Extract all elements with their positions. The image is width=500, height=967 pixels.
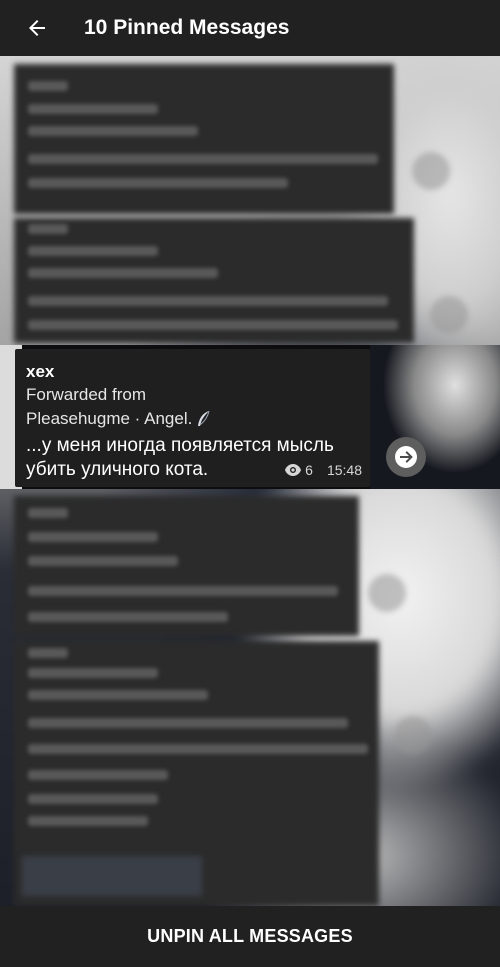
blurred-text <box>28 81 68 91</box>
blurred-text <box>28 556 178 566</box>
blurred-text <box>28 224 68 234</box>
blurred-share-button[interactable] <box>368 574 406 612</box>
blurred-text <box>28 104 158 114</box>
share-arrow-icon <box>395 446 417 468</box>
share-button[interactable] <box>386 437 426 477</box>
view-count: 6 <box>305 462 313 478</box>
blurred-text <box>28 320 398 330</box>
blurred-text <box>28 744 368 754</box>
blurred-text <box>28 612 228 622</box>
blurred-text <box>28 178 288 188</box>
blurred-text <box>28 690 208 700</box>
unpin-all-button[interactable]: UNPIN ALL MESSAGES <box>147 926 353 947</box>
message-text-line: убить уличного кота. <box>26 459 209 480</box>
message-time: 15:48 <box>326 462 362 478</box>
blurred-share-button[interactable] <box>430 296 468 334</box>
eye-icon <box>285 464 302 476</box>
blurred-text <box>28 246 158 256</box>
blurred-reply-preview <box>22 856 202 896</box>
page-title: 10 Pinned Messages <box>84 16 290 39</box>
message-sender[interactable]: xex <box>26 362 54 382</box>
blurred-text <box>28 154 378 164</box>
blurred-text <box>28 296 388 306</box>
forwarded-source-name[interactable]: Pleasehugme · Angel. <box>26 409 192 429</box>
blurred-message[interactable] <box>14 64 394 214</box>
blurred-share-button[interactable] <box>394 716 432 754</box>
back-button[interactable] <box>22 13 52 43</box>
pinned-message[interactable]: xex Forwarded from Pleasehugme · Angel. … <box>15 349 370 487</box>
message-text-line: ...у меня иногда появляется мысль <box>26 435 334 456</box>
blurred-text <box>28 648 68 658</box>
blurred-text <box>28 126 198 136</box>
blurred-text <box>28 532 158 542</box>
blurred-share-button[interactable] <box>412 152 450 190</box>
blurred-text <box>28 794 158 804</box>
arrow-left-icon <box>29 20 45 36</box>
blurred-text <box>28 816 148 826</box>
forwarded-source[interactable]: Pleasehugme · Angel. <box>26 409 212 429</box>
feather-icon <box>198 410 210 426</box>
bottom-bar: UNPIN ALL MESSAGES <box>0 906 500 967</box>
message-meta: 6 15:48 <box>284 462 362 478</box>
blurred-text <box>28 508 68 518</box>
top-bar: 10 Pinned Messages <box>0 0 500 56</box>
blurred-text <box>28 586 338 596</box>
blurred-text <box>28 268 218 278</box>
blurred-text <box>28 668 158 678</box>
forwarded-label: Forwarded from <box>26 385 146 404</box>
blurred-text <box>28 770 168 780</box>
blurred-text <box>28 718 348 728</box>
